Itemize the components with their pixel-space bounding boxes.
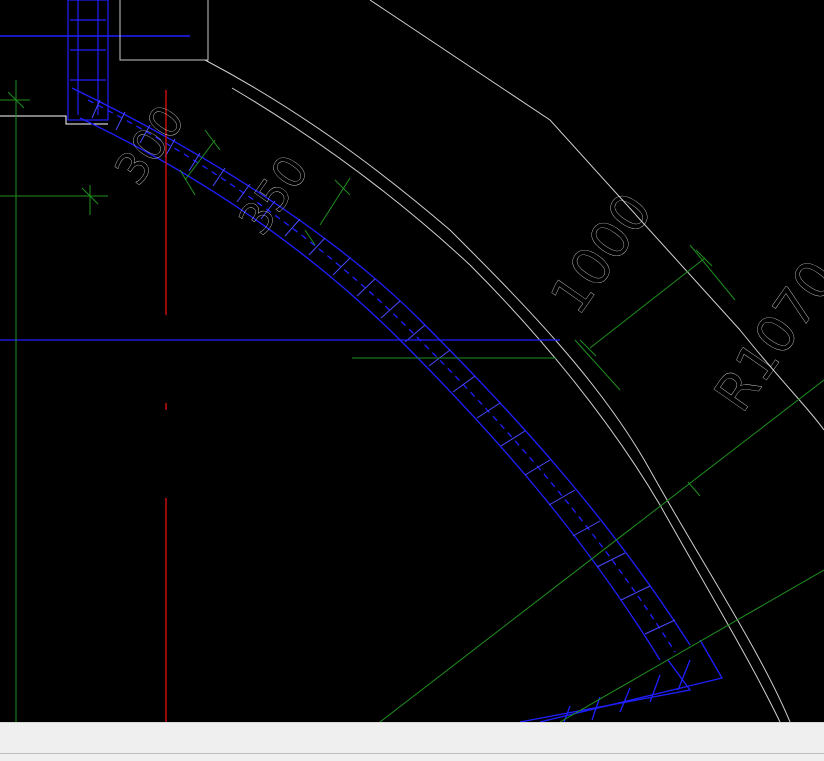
lower-wall	[519, 639, 723, 723]
cad-drawing: 1200 300 350 1000 R1070	[0, 0, 824, 723]
dimension-350: 350	[229, 146, 319, 244]
column-outline	[119, 0, 209, 61]
cad-drawing-canvas[interactable]: 1200 300 350 1000 R1070	[0, 0, 824, 723]
radius-label: R1070	[703, 250, 824, 422]
status-divider	[0, 753, 824, 754]
status-bar	[0, 722, 824, 761]
